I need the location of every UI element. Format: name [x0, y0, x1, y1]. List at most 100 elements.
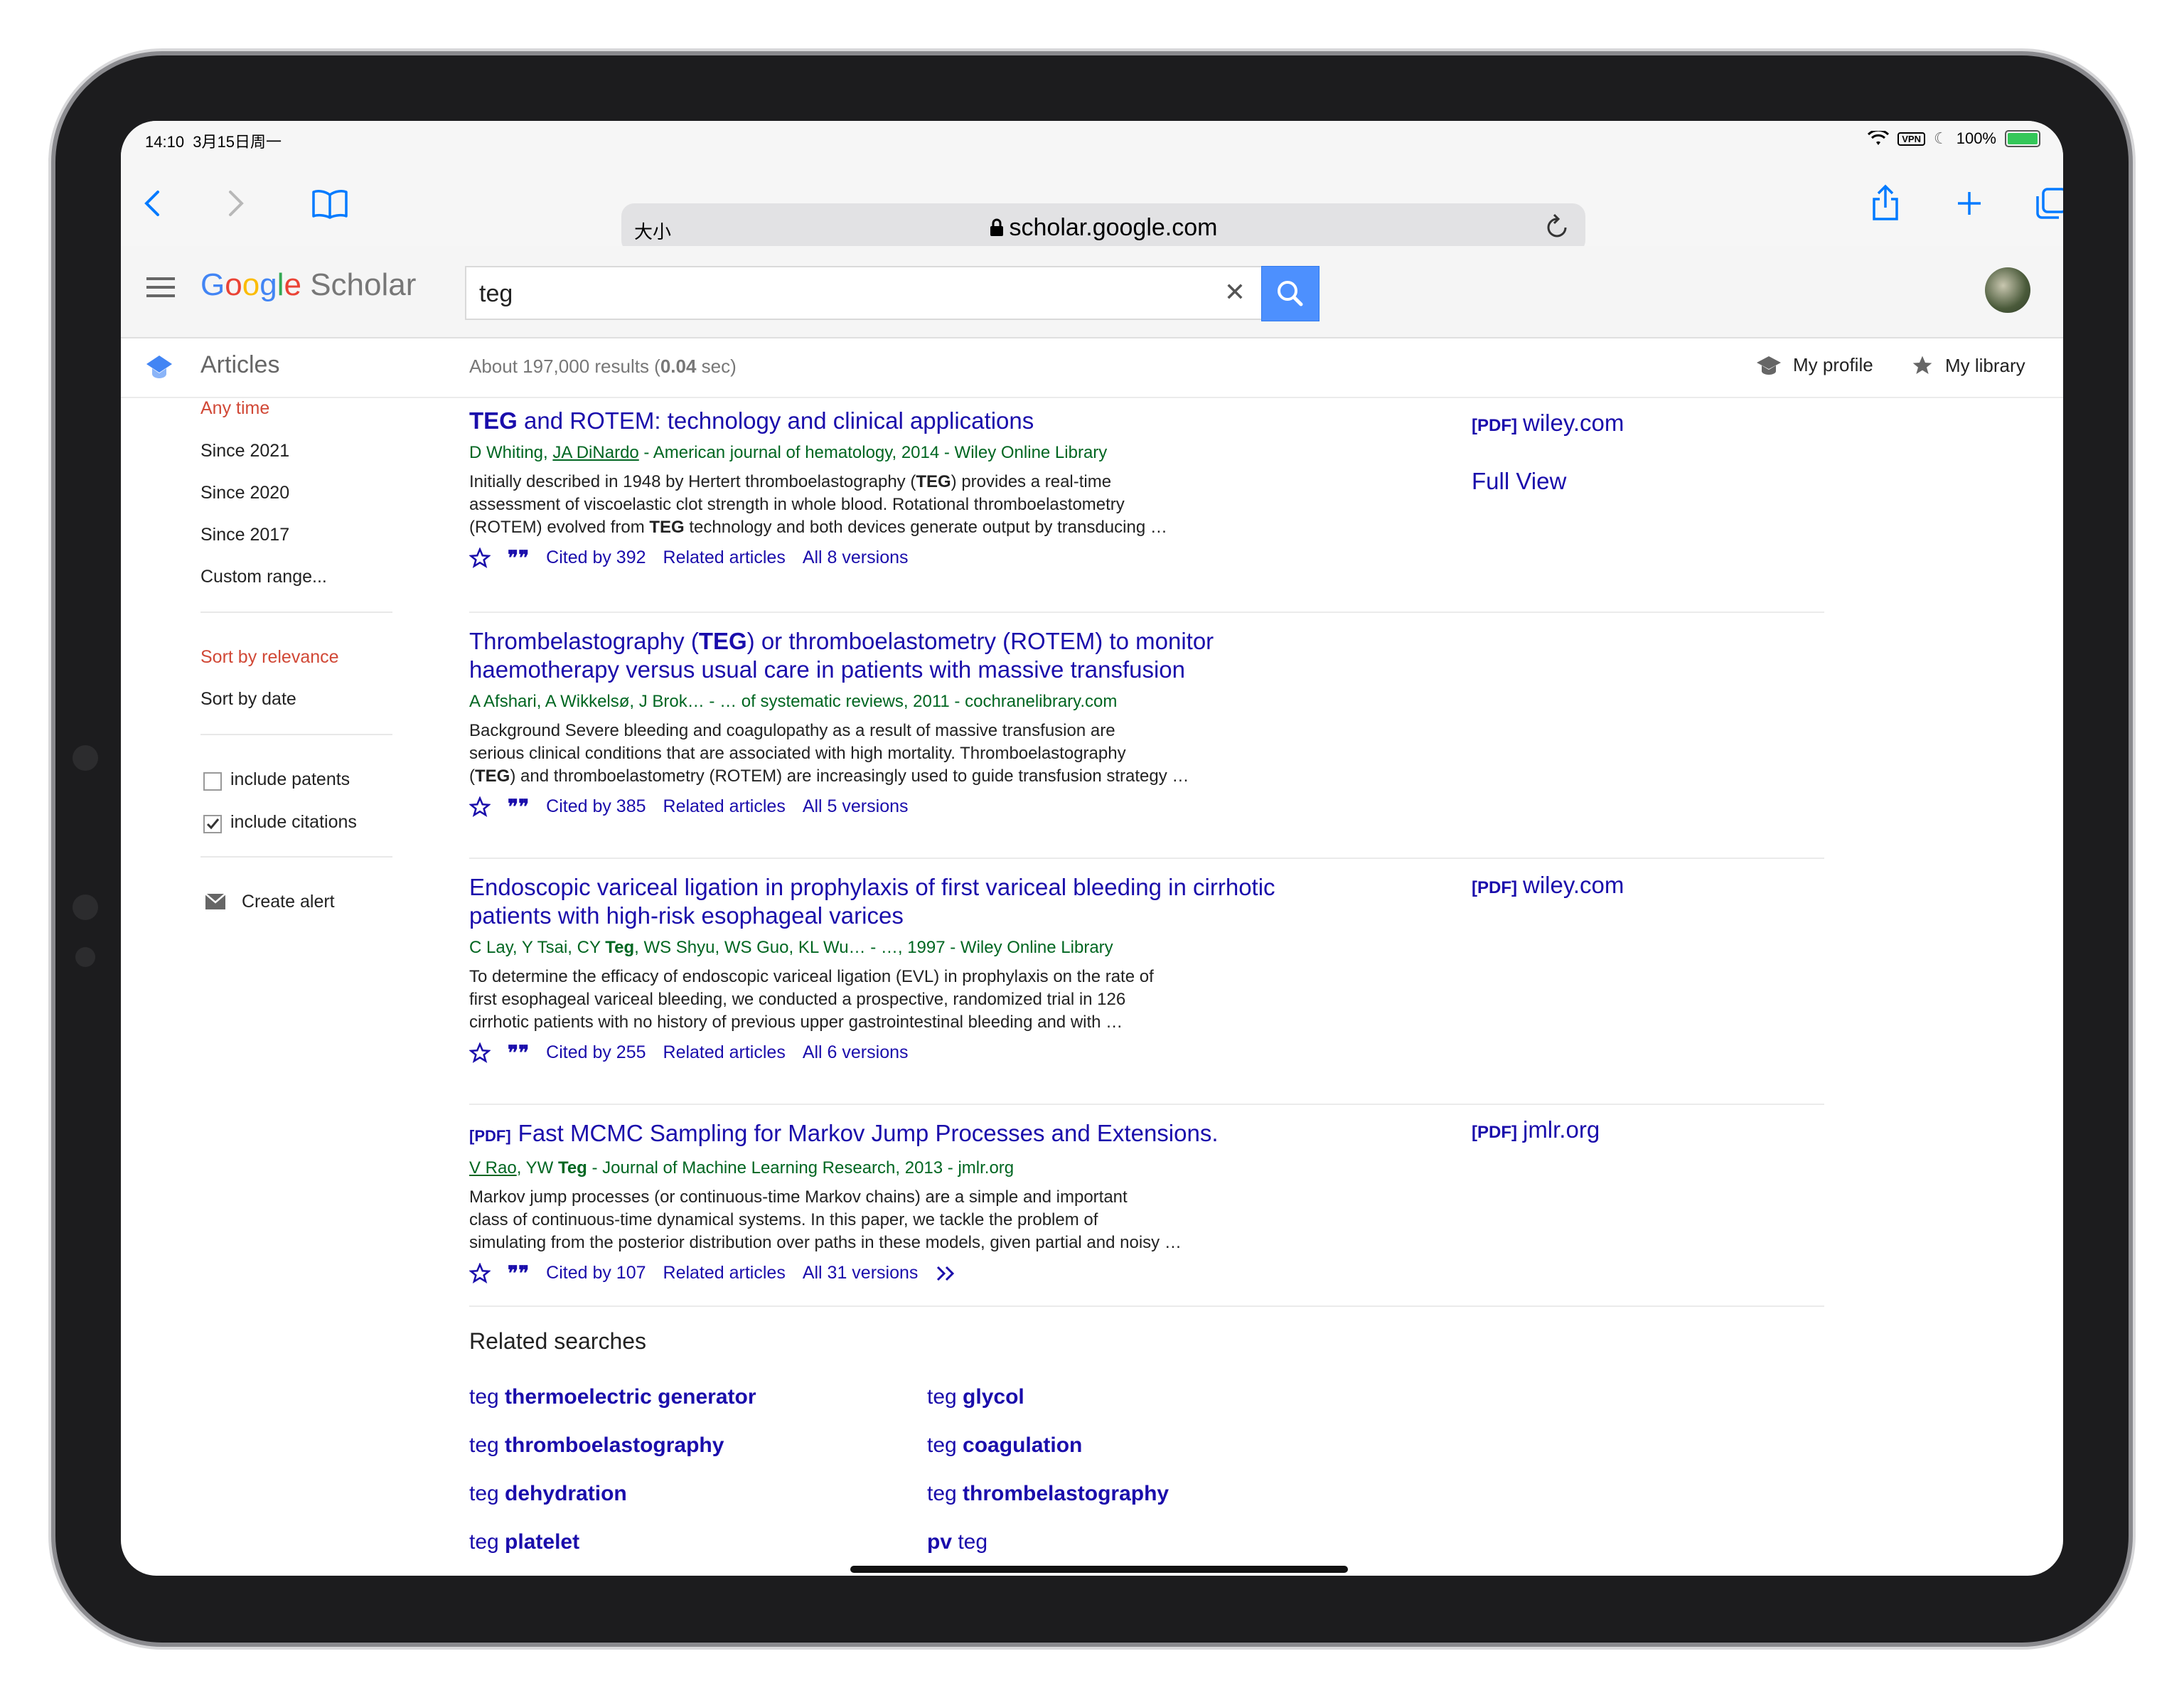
cited-by-link[interactable]: Cited by 255	[546, 1042, 646, 1063]
status-right: VPN ☾ 100%	[1868, 129, 2040, 148]
bookmarks-icon[interactable]	[311, 189, 348, 219]
home-indicator[interactable]	[850, 1566, 1348, 1573]
my-profile-link[interactable]: My profile	[1756, 354, 1873, 376]
articles-bar: Articles About 197,000 results (0.04 sec…	[121, 337, 2063, 398]
filter-since-2017[interactable]: Since 2017	[200, 525, 289, 545]
moon-icon: ☾	[1933, 129, 1948, 147]
author-link[interactable]: JA DiNardo	[552, 443, 638, 462]
side-pdf-link[interactable]: [PDF] wiley.com	[1472, 872, 1624, 899]
cited-by-link[interactable]: Cited by 385	[546, 796, 646, 817]
result-divider	[469, 1104, 1824, 1105]
cited-by-link[interactable]: Cited by 392	[546, 548, 646, 568]
related-search-link[interactable]: teg dehydration	[469, 1482, 627, 1506]
battery-icon	[2005, 130, 2040, 147]
include-citations-label[interactable]: include citations	[230, 812, 357, 833]
tabs-icon[interactable]	[2035, 186, 2063, 220]
scholar-cap-icon	[146, 356, 172, 378]
related-search-link[interactable]: teg thrombelastography	[927, 1482, 1169, 1506]
all-versions-link[interactable]: All 31 versions	[803, 1263, 919, 1283]
search-button[interactable]	[1261, 266, 1320, 321]
divider	[200, 856, 392, 858]
save-star-icon[interactable]	[469, 547, 491, 569]
search-result: Endoscopic variceal ligation in prophyla…	[469, 873, 1827, 1064]
result-title[interactable]: Thrombelastography (TEG) or thromboelast…	[469, 627, 1827, 684]
envelope-icon	[205, 893, 226, 909]
create-alert-link[interactable]: Create alert	[242, 892, 335, 912]
my-library-link[interactable]: My library	[1911, 354, 2025, 377]
screen: 14:10 3月15日周一 VPN ☾ 100% 大小 scholar.goog…	[121, 121, 2063, 1576]
all-versions-link[interactable]: All 8 versions	[803, 548, 909, 568]
related-search-link[interactable]: teg platelet	[469, 1530, 579, 1554]
related-articles-link[interactable]: Related articles	[663, 548, 786, 568]
star-filled-icon	[1912, 356, 1932, 374]
search-icon	[1278, 281, 1303, 306]
menu-icon[interactable]	[146, 277, 175, 303]
result-footer: ❞❞ Cited by 392 Related articles All 8 v…	[469, 546, 1827, 570]
battery-percent: 100%	[1956, 129, 1996, 147]
search-query[interactable]: teg	[479, 280, 513, 308]
wifi-icon	[1868, 131, 1890, 145]
related-articles-link[interactable]: Related articles	[663, 796, 786, 817]
sensor-dot	[73, 895, 98, 920]
results-count: About 197,000 results (0.04 sec)	[469, 356, 737, 377]
sort-by-date[interactable]: Sort by date	[200, 689, 296, 710]
filter-any-time[interactable]: Any time	[200, 398, 269, 419]
clear-search-icon[interactable]: ✕	[1224, 277, 1246, 307]
sort-by-relevance[interactable]: Sort by relevance	[200, 647, 339, 668]
result-divider	[469, 1305, 1824, 1307]
avatar[interactable]	[1985, 267, 2030, 313]
related-search-link[interactable]: teg glycol	[927, 1385, 1024, 1409]
result-snippet: Initially described in 1948 by Hertert t…	[469, 472, 1167, 537]
result-authors: D Whiting, JA DiNardo - American journal…	[469, 443, 1108, 462]
result-snippet: Background Severe bleeding and coagulopa…	[469, 721, 1189, 786]
cited-by-link[interactable]: Cited by 107	[546, 1263, 646, 1283]
related-search-link[interactable]: pv teg	[927, 1530, 987, 1554]
result-divider	[469, 612, 1824, 613]
side-pdf-link[interactable]: [PDF] jmlr.org	[1472, 1116, 1600, 1143]
include-citations-checkbox[interactable]	[203, 815, 222, 833]
cite-quote-icon[interactable]: ❞❞	[508, 546, 529, 570]
include-patents-checkbox[interactable]	[203, 772, 222, 791]
result-divider	[469, 858, 1824, 859]
full-view-link[interactable]: Full View	[1472, 468, 1566, 495]
section-title: Articles	[200, 351, 280, 378]
cite-quote-icon[interactable]: ❞❞	[508, 795, 529, 818]
search-result: Thrombelastography (TEG) or thromboelast…	[469, 627, 1827, 818]
search-input[interactable]: teg ✕	[465, 266, 1263, 320]
reload-icon[interactable]	[1544, 212, 1570, 240]
author-link[interactable]: V Rao	[469, 1158, 517, 1178]
save-star-icon[interactable]	[469, 1042, 491, 1064]
all-versions-link[interactable]: All 5 versions	[803, 796, 909, 817]
filter-since-2021[interactable]: Since 2021	[200, 441, 289, 461]
result-authors: V Rao, YW Teg - Journal of Machine Learn…	[469, 1158, 1015, 1178]
save-star-icon[interactable]	[469, 796, 491, 818]
related-search-link[interactable]: teg thromboelastography	[469, 1433, 724, 1458]
divider	[200, 734, 392, 735]
related-articles-link[interactable]: Related articles	[663, 1042, 786, 1063]
google-scholar-logo[interactable]: Google Scholar	[200, 267, 416, 303]
filter-since-2020[interactable]: Since 2020	[200, 483, 289, 503]
result-authors: C Lay, Y Tsai, CY Teg, WS Shyu, WS Guo, …	[469, 938, 1113, 957]
side-pdf-link[interactable]: [PDF] wiley.com	[1472, 410, 1624, 437]
vpn-badge: VPN	[1897, 132, 1925, 146]
front-camera	[73, 745, 98, 771]
url-text[interactable]: scholar.google.com	[621, 214, 1585, 242]
cite-quote-icon[interactable]: ❞❞	[508, 1041, 529, 1064]
related-articles-link[interactable]: Related articles	[663, 1263, 786, 1283]
filter-custom-range[interactable]: Custom range...	[200, 567, 327, 587]
share-icon[interactable]	[1871, 183, 1900, 222]
result-title[interactable]: [PDF] Fast MCMC Sampling for Markov Jump …	[469, 1119, 1827, 1150]
forward-icon[interactable]	[225, 189, 246, 218]
back-icon[interactable]	[142, 189, 164, 218]
related-search-link[interactable]: teg coagulation	[927, 1433, 1082, 1458]
cite-quote-icon[interactable]: ❞❞	[508, 1261, 529, 1285]
include-patents-label[interactable]: include patents	[230, 769, 350, 790]
related-search-link[interactable]: teg thermoelectric generator	[469, 1385, 756, 1409]
checkmark-icon	[206, 818, 220, 830]
more-chevrons-icon[interactable]	[935, 1264, 959, 1283]
new-tab-icon[interactable]	[1955, 189, 1984, 218]
save-star-icon[interactable]	[469, 1262, 491, 1284]
related-searches-heading: Related searches	[469, 1328, 647, 1354]
all-versions-link[interactable]: All 6 versions	[803, 1042, 909, 1063]
result-footer: ❞❞ Cited by 255 Related articles All 6 v…	[469, 1041, 1827, 1064]
